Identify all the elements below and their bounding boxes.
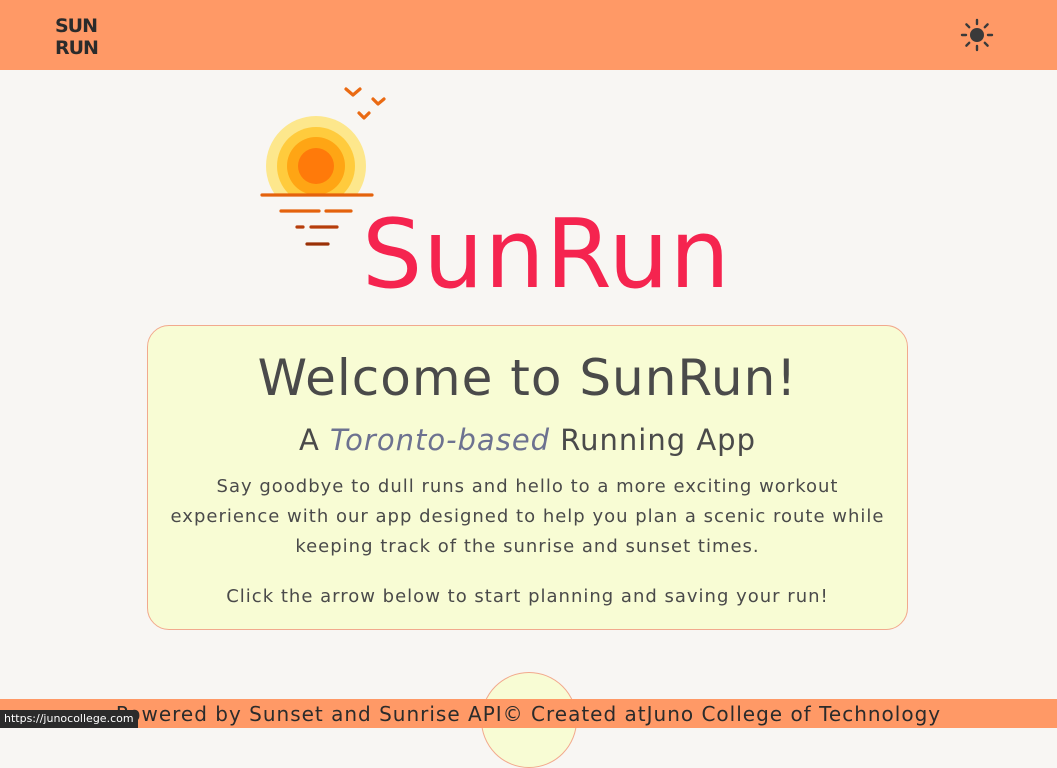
page-footer: Powered by Sunset and Sunrise API© Creat… <box>0 699 1057 728</box>
welcome-heading: Welcome to SunRun! <box>257 349 798 407</box>
sunrun-logo[interactable]: SUN RUN <box>55 14 115 56</box>
link-status-bar: https://junocollege.com <box>0 710 138 728</box>
subtitle-suffix: Running App <box>550 423 757 457</box>
brand-title: SunRun <box>362 200 731 310</box>
footer-credits: Powered by Sunset and Sunrise API© Creat… <box>115 702 942 726</box>
logo-text-bottom: RUN <box>55 37 98 56</box>
birds-icon <box>344 87 386 120</box>
top-navigation-bar: SUN RUN <box>0 0 1057 70</box>
welcome-card: Welcome to SunRun! A Toronto-based Runni… <box>147 325 908 630</box>
logo-text-top: SUN <box>55 15 97 37</box>
call-to-action-text: Click the arrow below to start planning … <box>226 586 829 607</box>
subtitle-prefix: A <box>298 423 331 457</box>
app-subtitle: A Toronto-based Running App <box>148 422 907 458</box>
sun-icon[interactable] <box>960 18 994 52</box>
subtitle-location: Toronto-based <box>330 423 551 457</box>
app-description: Say goodbye to dull runs and hello to a … <box>170 476 885 557</box>
